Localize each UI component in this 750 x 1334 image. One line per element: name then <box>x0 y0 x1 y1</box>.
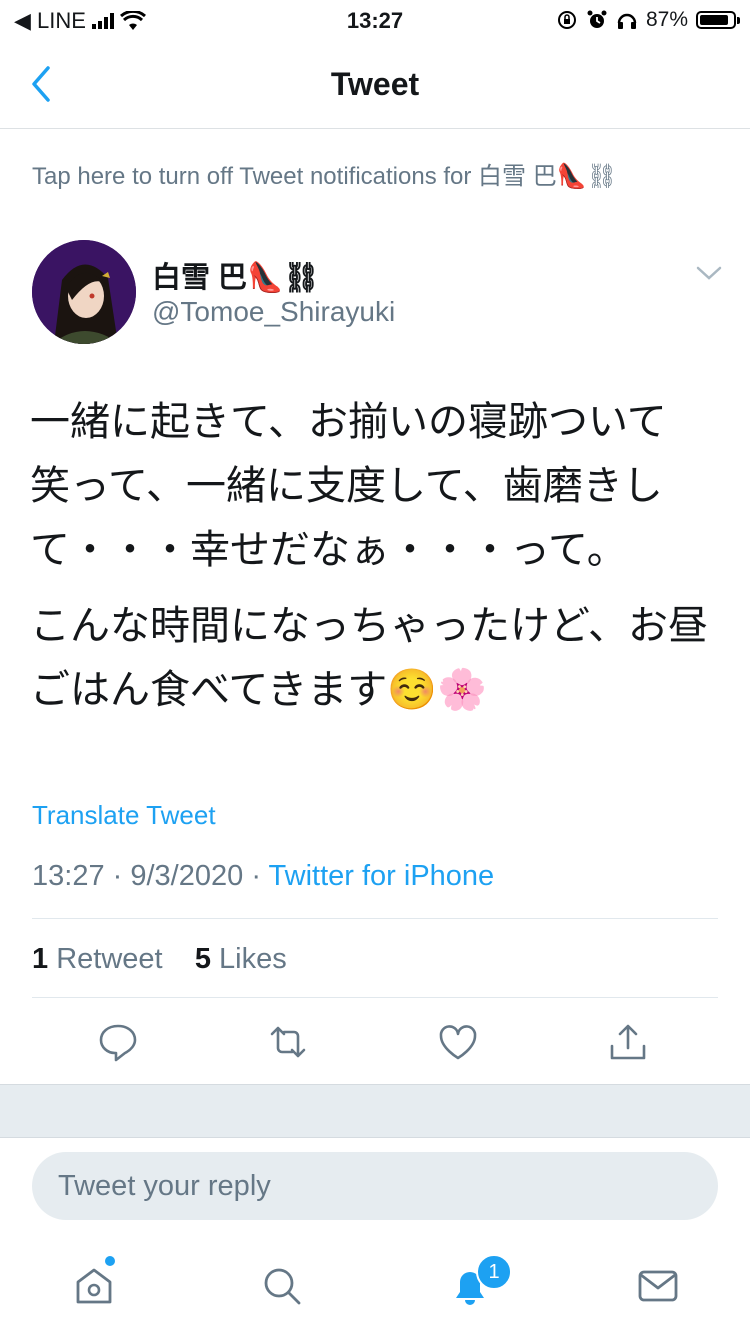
divider <box>32 918 718 919</box>
tweet-paragraph-1: 一緒に起きて、お揃いの寝跡ついて 笑って、一緒に支度して、歯磨きして・・・幸せだ… <box>30 400 667 572</box>
notification-toggle-prompt[interactable]: Tap here to turn off Tweet notifications… <box>32 156 732 191</box>
home-icon[interactable] <box>70 1262 118 1310</box>
likes-label: Likes <box>219 943 287 975</box>
meta-separator: · <box>251 860 269 892</box>
battery-icon <box>696 11 740 29</box>
reply-icon[interactable] <box>96 1020 140 1064</box>
retweet-icon[interactable] <box>266 1020 310 1064</box>
tab-bar <box>0 1240 750 1334</box>
divider <box>32 997 718 998</box>
notification-badge: 1 <box>476 1254 512 1290</box>
tweet-meta: 13:27 · 9/3/2020 · Twitter for iPhone <box>32 860 494 893</box>
meta-separator: · <box>112 860 131 892</box>
search-icon[interactable] <box>258 1262 306 1310</box>
tweet-source-link[interactable]: Twitter for iPhone <box>269 860 495 892</box>
likes-count: 5 <box>194 943 211 975</box>
retweet-count-link[interactable]: 1 Retweet <box>32 943 163 975</box>
tweet-text: 一緒に起きて、お揃いの寝跡ついて 笑って、一緒に支度して、歯磨きして・・・幸せだ… <box>30 390 720 734</box>
engagement-counts: 1 Retweet 5 Likes <box>32 943 287 976</box>
headphones-icon <box>617 13 637 29</box>
chevron-down-icon[interactable] <box>694 258 724 288</box>
author-handle[interactable]: @Tomoe_Shirayuki <box>152 296 395 328</box>
avatar[interactable] <box>32 240 136 344</box>
section-separator <box>0 1084 750 1138</box>
new-content-indicator <box>105 1256 115 1266</box>
author-name[interactable]: 白雪 巴👠⛓ <box>152 254 320 296</box>
page-title: Tweet <box>330 66 420 102</box>
battery-percent: 87% <box>645 8 688 31</box>
status-right: 87% <box>556 8 740 32</box>
tweet-date: 9/3/2020 <box>130 860 244 892</box>
like-icon[interactable] <box>436 1020 480 1064</box>
tweet-time: 13:27 <box>32 860 105 892</box>
battery-level <box>700 15 729 25</box>
rotation-lock-icon <box>557 11 576 29</box>
retweet-count: 1 <box>32 943 49 975</box>
avatar-image <box>32 240 136 344</box>
alarm-icon <box>587 10 607 28</box>
likes-count-link[interactable]: 5 Likes <box>195 943 287 975</box>
tweet-actions <box>0 1020 750 1064</box>
translate-tweet-link[interactable]: Translate Tweet <box>32 800 216 831</box>
tweet-paragraph-2: こんな時間になっちゃったけど、お昼ごはん食べてきます☺️🌸 <box>30 604 708 712</box>
retweet-label: Retweet <box>56 943 163 975</box>
share-icon[interactable] <box>606 1020 650 1064</box>
messages-icon[interactable] <box>634 1262 682 1310</box>
reply-input[interactable]: Tweet your reply <box>32 1152 718 1220</box>
